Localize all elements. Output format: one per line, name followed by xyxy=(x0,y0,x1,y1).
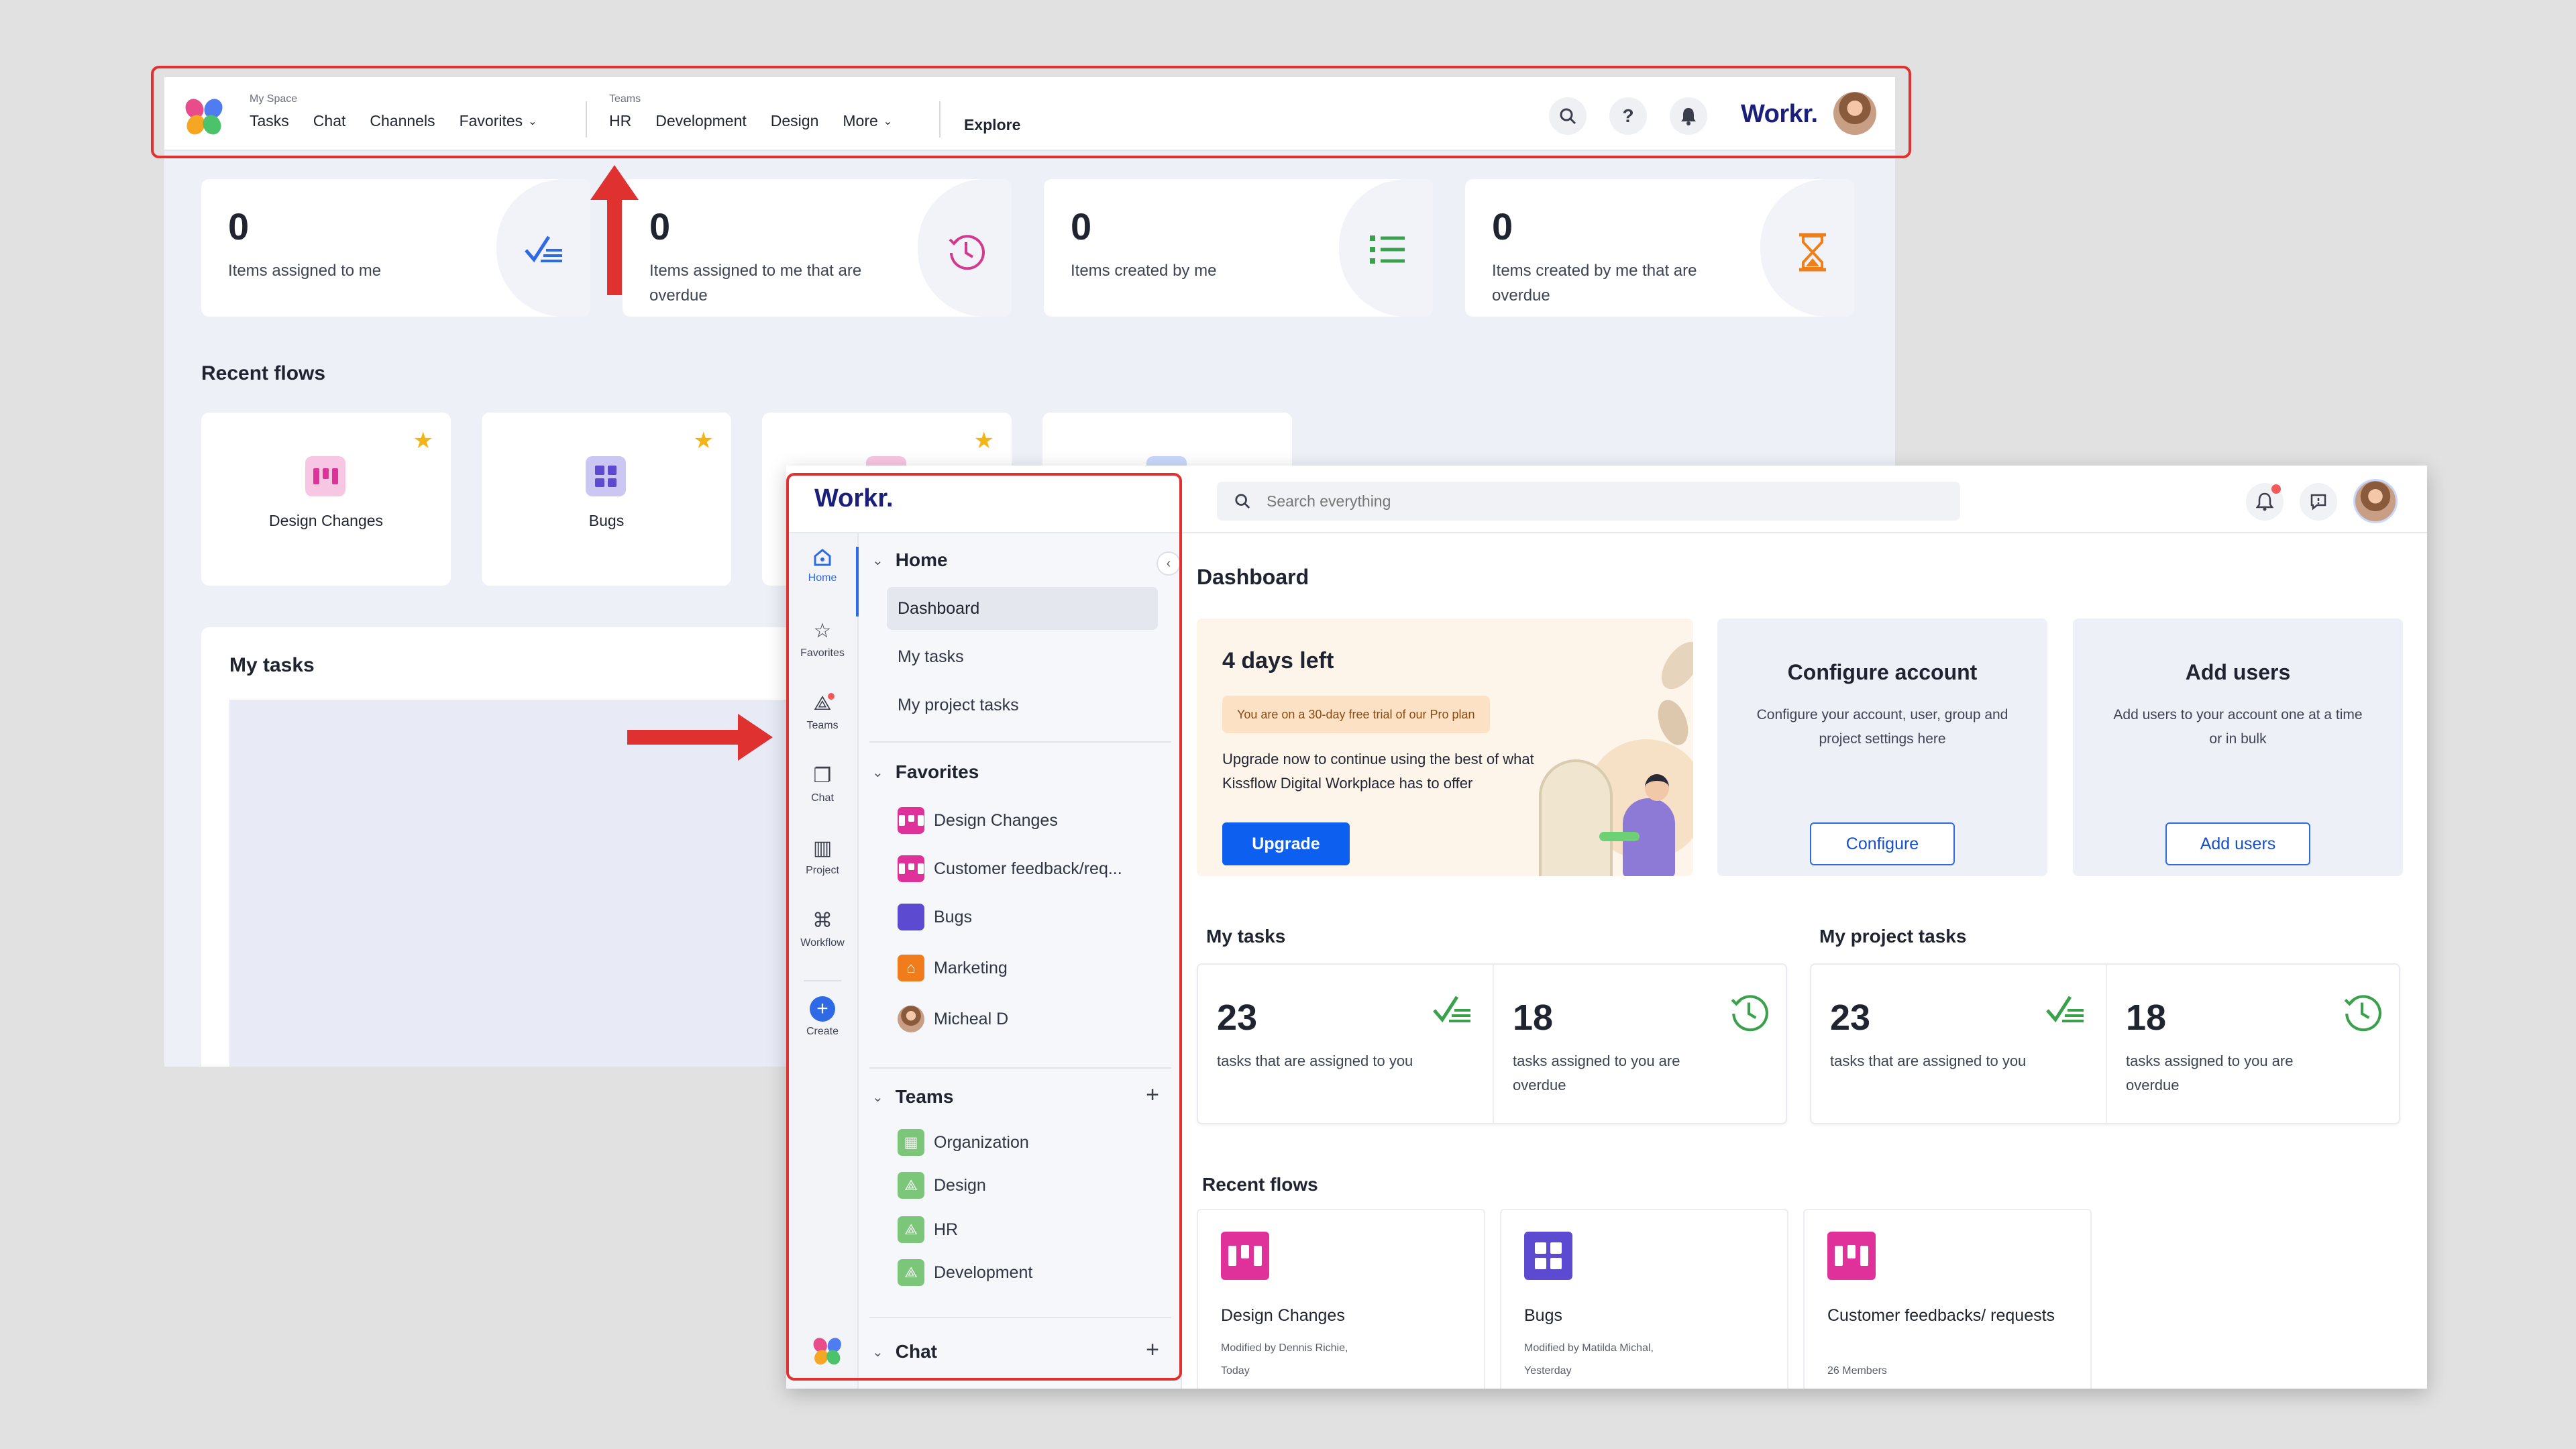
illustration-leaf xyxy=(1654,635,1693,696)
flow-name: Customer feedbacks/ requests xyxy=(1827,1306,2055,1325)
card-description: Add users to your account one at a time … xyxy=(2113,707,2363,747)
stat-label: Items created by me xyxy=(1071,262,1217,280)
recent-flow-bugs[interactable]: Bugs Modified by Matilda Michal, Yesterd… xyxy=(1500,1209,1788,1389)
flow-card-design-changes[interactable]: ★ Design Changes xyxy=(201,413,451,586)
notification-dot xyxy=(2271,484,2281,494)
project-tasks-assigned[interactable]: 23 tasks that are assigned to you xyxy=(1811,965,2106,1123)
my-project-tasks-panel: 23 tasks that are assigned to you 18 tas… xyxy=(1810,963,2400,1124)
add-users-card: Add users Add users to your account one … xyxy=(2073,619,2403,876)
search-icon xyxy=(1235,494,1250,509)
my-project-tasks-title: My project tasks xyxy=(1819,926,1967,947)
task-label: tasks that are assigned to you xyxy=(1217,1053,1413,1069)
trial-card: 4 days left You are on a 30-day free tri… xyxy=(1197,619,1693,876)
project-tasks-overdue[interactable]: 18 tasks assigned to you are overdue xyxy=(2107,965,2402,1123)
add-users-button[interactable]: Add users xyxy=(2165,822,2310,865)
search-input[interactable] xyxy=(1267,492,1870,511)
check-list-icon xyxy=(525,235,562,263)
my-tasks-panel: 23 tasks that are assigned to you 18 tas… xyxy=(1197,963,1787,1124)
task-label: tasks that are assigned to you xyxy=(1830,1053,2027,1069)
flow-name: Bugs xyxy=(588,512,625,529)
arrow-right-icon xyxy=(627,730,741,745)
search-bar[interactable] xyxy=(1217,482,1960,521)
arrow-right-head-icon xyxy=(738,714,773,761)
task-label: tasks assigned to you are overdue xyxy=(2126,1053,2294,1093)
configure-account-card: Configure account Configure your account… xyxy=(1717,619,2047,876)
highlight-side-navigation xyxy=(786,473,1182,1381)
kanban-icon xyxy=(1827,1232,1876,1280)
kanban-icon xyxy=(1221,1232,1269,1280)
trial-badge: You are on a 30-day free trial of our Pr… xyxy=(1222,696,1490,733)
my-tasks-title: My tasks xyxy=(229,654,315,676)
recent-flows-title: Recent flows xyxy=(1202,1174,1318,1195)
card-description: Configure your account, user, group and … xyxy=(1756,707,2008,747)
flow-name: Design Changes xyxy=(1221,1306,1345,1325)
stat-value: 0 xyxy=(228,205,250,248)
stat-label: Items assigned to me that are overdue xyxy=(649,262,862,305)
flow-meta-date: Today xyxy=(1221,1365,1250,1377)
flow-card-bugs[interactable]: ★ Bugs xyxy=(482,413,731,586)
grid-icon xyxy=(586,456,626,496)
arrow-up-head-icon xyxy=(590,165,639,200)
my-tasks-title: My tasks xyxy=(1206,926,1286,947)
stat-label: Items created by me that are overdue xyxy=(1492,262,1697,305)
user-avatar[interactable] xyxy=(2353,479,2398,523)
stat-value: 0 xyxy=(1071,205,1092,248)
kanban-icon xyxy=(305,456,345,496)
topbar-divider xyxy=(1182,532,2427,533)
stat-value: 0 xyxy=(1492,205,1513,248)
flow-meta: Modified by Matilda Michal, xyxy=(1524,1342,1654,1354)
stat-card-created-overdue[interactable]: 0 Items created by me that are overdue xyxy=(1465,179,1854,317)
stat-card-overdue[interactable]: 0 Items assigned to me that are overdue xyxy=(623,179,1012,317)
stat-label: Items assigned to me xyxy=(228,262,382,280)
grid-icon xyxy=(1524,1232,1572,1280)
page-title: Dashboard xyxy=(1197,565,1309,589)
tasks-assigned[interactable]: 23 tasks that are assigned to you xyxy=(1198,965,1493,1123)
flow-meta-date: Yesterday xyxy=(1524,1365,1572,1377)
notifications-bell-icon[interactable] xyxy=(2246,483,2284,521)
legacy-my-tasks-panel: My tasks xyxy=(201,627,900,1067)
stat-card-created[interactable]: 0 Items created by me xyxy=(1044,179,1433,317)
star-icon[interactable]: ★ xyxy=(413,427,433,454)
illustration-person-head xyxy=(1645,774,1669,801)
task-count: 23 xyxy=(1217,998,1258,1038)
stat-value: 0 xyxy=(649,205,671,248)
flow-name: Bugs xyxy=(1524,1306,1562,1325)
feedback-chat-icon[interactable] xyxy=(2300,483,2337,521)
hourglass-icon xyxy=(1799,233,1826,272)
task-count: 18 xyxy=(1513,998,1554,1038)
flow-meta: Modified by Dennis Richie, xyxy=(1221,1342,1348,1354)
recent-flows-title: Recent flows xyxy=(201,362,326,384)
check-list-icon xyxy=(1433,996,1470,1023)
upgrade-button[interactable]: Upgrade xyxy=(1222,822,1350,865)
arrow-up-icon xyxy=(607,195,622,295)
task-count: 23 xyxy=(1830,998,1871,1038)
clock-history-icon xyxy=(1731,995,1768,1032)
stat-card-assigned[interactable]: 0 Items assigned to me xyxy=(201,179,590,317)
card-title: Add users xyxy=(2185,660,2291,684)
check-list-icon xyxy=(2046,996,2084,1023)
flow-meta: 26 Members xyxy=(1827,1365,1887,1377)
star-icon[interactable]: ★ xyxy=(694,427,714,454)
tasks-overdue[interactable]: 18 tasks assigned to you are overdue xyxy=(1494,965,1788,1123)
card-title: Configure account xyxy=(1787,660,1978,684)
task-label: tasks assigned to you are overdue xyxy=(1513,1053,1680,1093)
recent-flow-customer-feedbacks[interactable]: Customer feedbacks/ requests 26 Members xyxy=(1803,1209,2092,1389)
star-icon[interactable]: ★ xyxy=(974,427,994,454)
configure-button[interactable]: Configure xyxy=(1810,822,1955,865)
task-count: 18 xyxy=(2126,998,2167,1038)
recent-flow-design-changes[interactable]: Design Changes Modified by Dennis Richie… xyxy=(1197,1209,1485,1389)
trial-title: 4 days left xyxy=(1222,648,1334,674)
highlight-top-navbar xyxy=(151,66,1911,158)
illustration-key-icon xyxy=(1599,832,1640,841)
bullet-list-icon xyxy=(1370,235,1405,264)
clock-history-icon xyxy=(949,235,985,270)
trial-description: Upgrade now to continue using the best o… xyxy=(1222,751,1534,792)
flow-name: Design Changes xyxy=(268,512,384,529)
clock-history-icon xyxy=(2344,995,2381,1032)
